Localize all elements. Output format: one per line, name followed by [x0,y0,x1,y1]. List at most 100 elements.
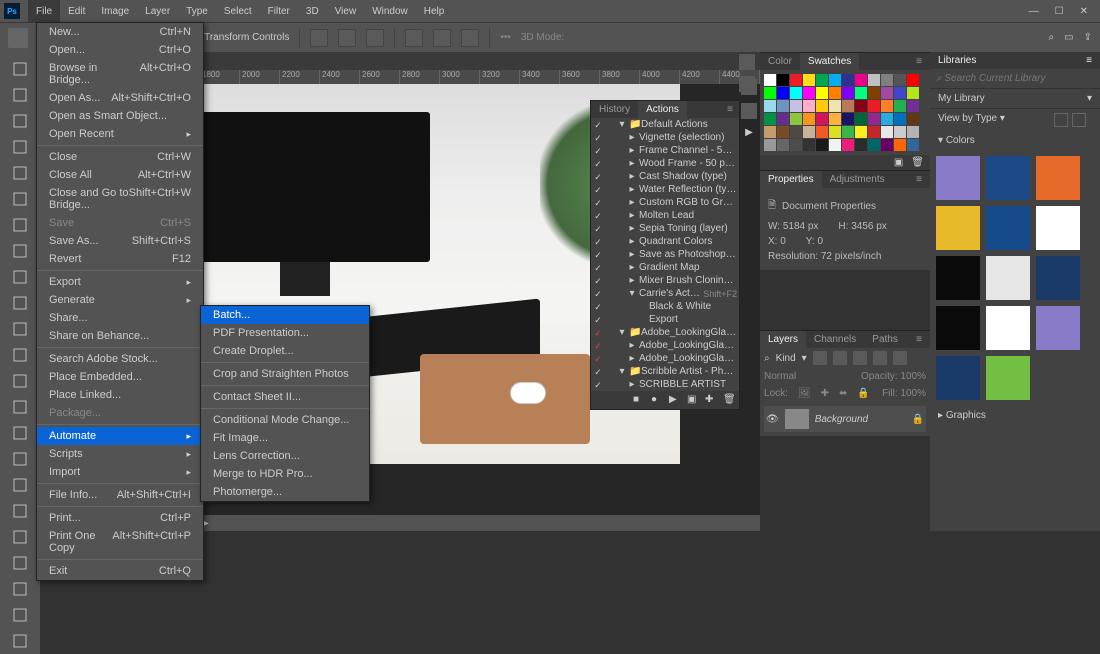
menuitem-close-all[interactable]: Close AllAlt+Ctrl+W [37,166,203,184]
swatch[interactable] [764,100,776,112]
swatch[interactable] [816,100,828,112]
swatch[interactable] [842,139,854,151]
hand-tool-icon[interactable] [6,551,34,575]
panel-icon[interactable] [741,103,757,119]
action-row[interactable]: ✓▸Custom RGB to Grayscale [591,196,739,209]
library-color-swatch[interactable] [1036,256,1080,300]
swatch[interactable] [855,74,867,86]
maximize-icon[interactable]: ☐ [1055,6,1064,17]
swatch[interactable] [816,87,828,99]
tab-libraries[interactable]: Libraries [930,52,984,69]
panel-menu-icon[interactable]: ≡ [908,331,930,348]
menuitem-save[interactable]: SaveCtrl+S [37,214,203,232]
menuitem-exit[interactable]: ExitCtrl+Q [37,562,203,580]
menuitem-import[interactable]: Import [37,463,203,481]
home-icon[interactable] [8,28,28,48]
swatch[interactable] [777,100,789,112]
swatch[interactable] [829,74,841,86]
swatch[interactable] [764,87,776,99]
swatch[interactable] [777,126,789,138]
library-color-swatch[interactable] [936,206,980,250]
edit-toolbar-tool-icon[interactable] [6,603,34,627]
frame-tool-icon[interactable] [6,187,34,211]
action-row[interactable]: ✓▸Save as Photoshop PDF [591,248,739,261]
move-tool-icon[interactable] [6,57,34,81]
graphics-section[interactable]: Graphics [930,406,1100,425]
swatch[interactable] [829,87,841,99]
pen-tool-icon[interactable] [6,447,34,471]
filter-adj-icon[interactable] [833,351,847,365]
library-color-swatch[interactable] [936,306,980,350]
swatch[interactable] [829,139,841,151]
play-icon[interactable]: ▶ [745,127,753,138]
trash-icon[interactable]: 🗑 [723,394,735,406]
menuitem-package-[interactable]: Package... [37,404,203,422]
share-icon[interactable]: ⇪ [1084,32,1092,43]
submenuitem-contact-sheet-ii-[interactable]: Contact Sheet II... [201,388,369,406]
menuitem-new-[interactable]: New...Ctrl+N [37,23,203,41]
library-color-swatch[interactable] [986,356,1030,400]
lock-icon[interactable]: ⬌ [839,388,847,399]
colors-tool-icon[interactable] [6,629,34,653]
menuitem-file-info-[interactable]: File Info...Alt+Shift+Ctrl+I [37,486,203,504]
panel-icon[interactable] [739,54,755,70]
swatch[interactable] [868,126,880,138]
blend-mode-select[interactable]: Normal [764,371,796,382]
swatch[interactable] [803,87,815,99]
menu-type[interactable]: Type [178,0,216,22]
action-row[interactable]: ✓▸Frame Channel - 50 pixel [591,144,739,157]
swatch[interactable] [868,74,880,86]
swatch[interactable] [790,74,802,86]
brush-tool-icon[interactable] [6,265,34,289]
heal-tool-icon[interactable] [6,239,34,263]
swatch[interactable] [855,139,867,151]
swatch[interactable] [855,126,867,138]
library-color-swatch[interactable] [986,156,1030,200]
menu-layer[interactable]: Layer [137,0,178,22]
panel-icon[interactable] [739,76,755,92]
library-color-swatch[interactable] [986,306,1030,350]
action-row[interactable]: ✓▸Mixer Brush Cloning Paint ... [591,274,739,287]
swatch[interactable] [829,126,841,138]
menuitem-open-as-[interactable]: Open As...Alt+Shift+Ctrl+O [37,89,203,107]
submenuitem-pdf-presentation-[interactable]: PDF Presentation... [201,324,369,342]
menuitem-revert[interactable]: RevertF12 [37,250,203,268]
swatch[interactable] [764,126,776,138]
action-row[interactable]: ✓▸Wood Frame - 50 pixel [591,157,739,170]
swatch[interactable] [881,74,893,86]
swatch[interactable] [868,113,880,125]
menuitem-close-and-go-to-bridge-[interactable]: Close and Go to Bridge...Shift+Ctrl+W [37,184,203,214]
tab-paths[interactable]: Paths [864,331,906,348]
action-row[interactable]: ✓▸Sepia Toning (layer) [591,222,739,235]
menuitem-export[interactable]: Export [37,273,203,291]
visibility-icon[interactable]: 👁 [766,414,779,425]
swatch[interactable] [855,87,867,99]
distribute-icon[interactable] [405,29,423,47]
align-icon[interactable] [310,29,328,47]
swatch[interactable] [894,113,906,125]
swatch[interactable] [803,139,815,151]
library-color-swatch[interactable] [986,206,1030,250]
swatch[interactable] [829,100,841,112]
menu-image[interactable]: Image [93,0,137,22]
swatch[interactable] [777,87,789,99]
swatch[interactable] [881,126,893,138]
tab-channels[interactable]: Channels [806,331,864,348]
history-brush-tool-icon[interactable] [6,317,34,341]
swatch[interactable] [777,113,789,125]
library-color-swatch[interactable] [1036,156,1080,200]
new-folder-icon[interactable]: ▣ [687,394,699,406]
swatch[interactable] [764,139,776,151]
menuitem-place-linked-[interactable]: Place Linked... [37,386,203,404]
menuitem-share-on-behance-[interactable]: Share on Behance... [37,327,203,345]
swatch[interactable] [842,74,854,86]
library-color-swatch[interactable] [1036,306,1080,350]
swatch[interactable] [855,113,867,125]
tab-properties[interactable]: Properties [760,171,822,188]
filter-smart-icon[interactable] [893,351,907,365]
path-tool-icon[interactable] [6,499,34,523]
menu-select[interactable]: Select [216,0,260,22]
submenuitem-photomerge-[interactable]: Photomerge... [201,483,369,501]
menuitem-generate[interactable]: Generate [37,291,203,309]
menuitem-place-embedded-[interactable]: Place Embedded... [37,368,203,386]
